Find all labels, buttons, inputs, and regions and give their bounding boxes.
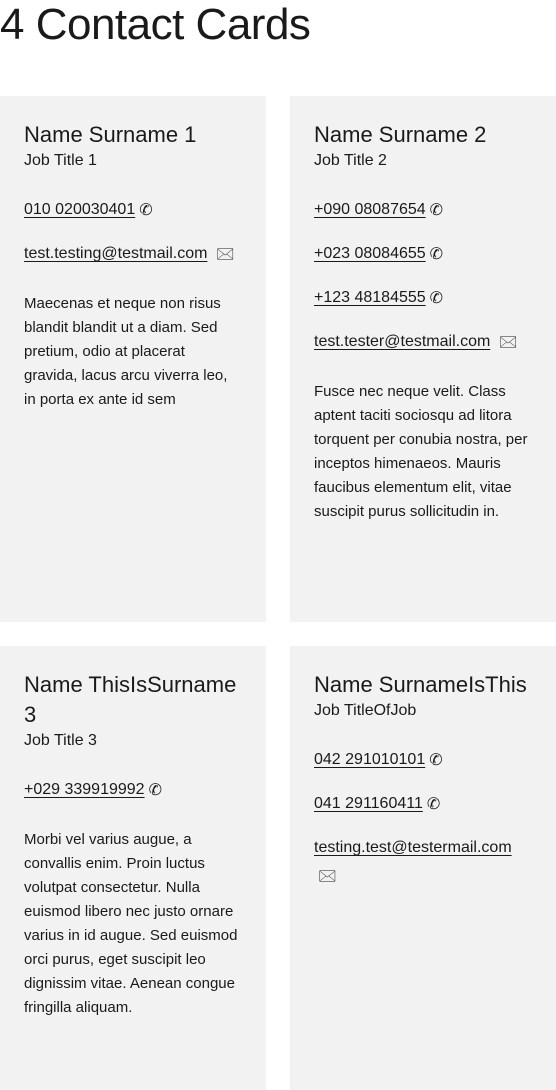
phone-icon: ✆ — [426, 796, 441, 813]
job-title: Job TitleOfJob — [314, 702, 417, 719]
page-title: 4 Contact Cards — [0, 0, 311, 49]
phone-link[interactable]: +123 48184555 — [314, 289, 426, 306]
phone-icon: ✆ — [429, 290, 444, 307]
mail-icon: 🖂 — [498, 334, 518, 351]
email-row: test.testing@testmail.com 🖂 — [24, 240, 242, 268]
phone-row: +023 08084655 ✆ — [314, 240, 532, 268]
job-title: Job Title 1 — [24, 152, 97, 169]
phone-link[interactable]: 041 291160411 — [314, 795, 423, 812]
contact-description: Fusce nec neque velit. Class aptent taci… — [314, 383, 528, 520]
mail-icon: 🖂 — [215, 246, 235, 263]
phone-row: +090 08087654 ✆ — [314, 196, 532, 224]
email-row: test.tester@testmail.com 🖂 — [314, 328, 532, 356]
contact-cards-grid: Name Surname 1 Job Title 1 010 020030401… — [0, 96, 556, 1090]
contact-name: Name ThisIsSurname 3 — [24, 672, 237, 727]
contact-name: Name Surname 2 — [314, 122, 487, 147]
contact-name: Name Surname 1 — [24, 122, 197, 147]
contact-card: Name SurnameIsThis Job TitleOfJob 042 29… — [290, 646, 556, 1090]
phone-icon: ✆ — [139, 202, 153, 219]
phone-row: 042 291010101 ✆ — [314, 746, 532, 774]
email-link[interactable]: test.tester@testmail.com — [314, 333, 490, 350]
mail-icon: 🖂 — [318, 868, 337, 885]
phone-row: 010 020030401 ✆ — [24, 196, 242, 224]
phone-icon: ✆ — [429, 246, 444, 263]
contact-card: Name Surname 1 Job Title 1 010 020030401… — [0, 96, 266, 622]
phone-link[interactable]: +090 08087654 — [314, 201, 426, 218]
phone-link[interactable]: 042 291010101 — [314, 751, 425, 768]
job-title: Job Title 3 — [24, 732, 97, 749]
job-title: Job Title 2 — [314, 152, 387, 169]
email-row: testing.test@testermail.com 🖂 — [314, 834, 532, 890]
phone-icon: ✆ — [429, 752, 443, 769]
contact-name: Name SurnameIsThis — [314, 672, 527, 697]
phone-link[interactable]: 010 020030401 — [24, 201, 135, 218]
contact-description: Morbi vel varius augue, a convallis enim… — [24, 831, 238, 1016]
contact-card: Name Surname 2 Job Title 2 +090 08087654… — [290, 96, 556, 622]
contact-description: Maecenas et neque non risus blandit blan… — [24, 295, 228, 408]
phone-row: +123 48184555 ✆ — [314, 284, 532, 312]
phone-link[interactable]: +023 08084655 — [314, 245, 426, 262]
phone-row: +029 339919992 ✆ — [24, 776, 242, 804]
phone-icon: ✆ — [429, 202, 444, 219]
phone-row: 041 291160411 ✆ — [314, 790, 532, 818]
phone-link[interactable]: +029 339919992 — [24, 781, 145, 798]
email-link[interactable]: test.testing@testmail.com — [24, 245, 207, 262]
contact-card: Name ThisIsSurname 3 Job Title 3 +029 33… — [0, 646, 266, 1090]
email-link[interactable]: testing.test@testermail.com — [314, 839, 512, 856]
phone-icon: ✆ — [148, 782, 162, 799]
